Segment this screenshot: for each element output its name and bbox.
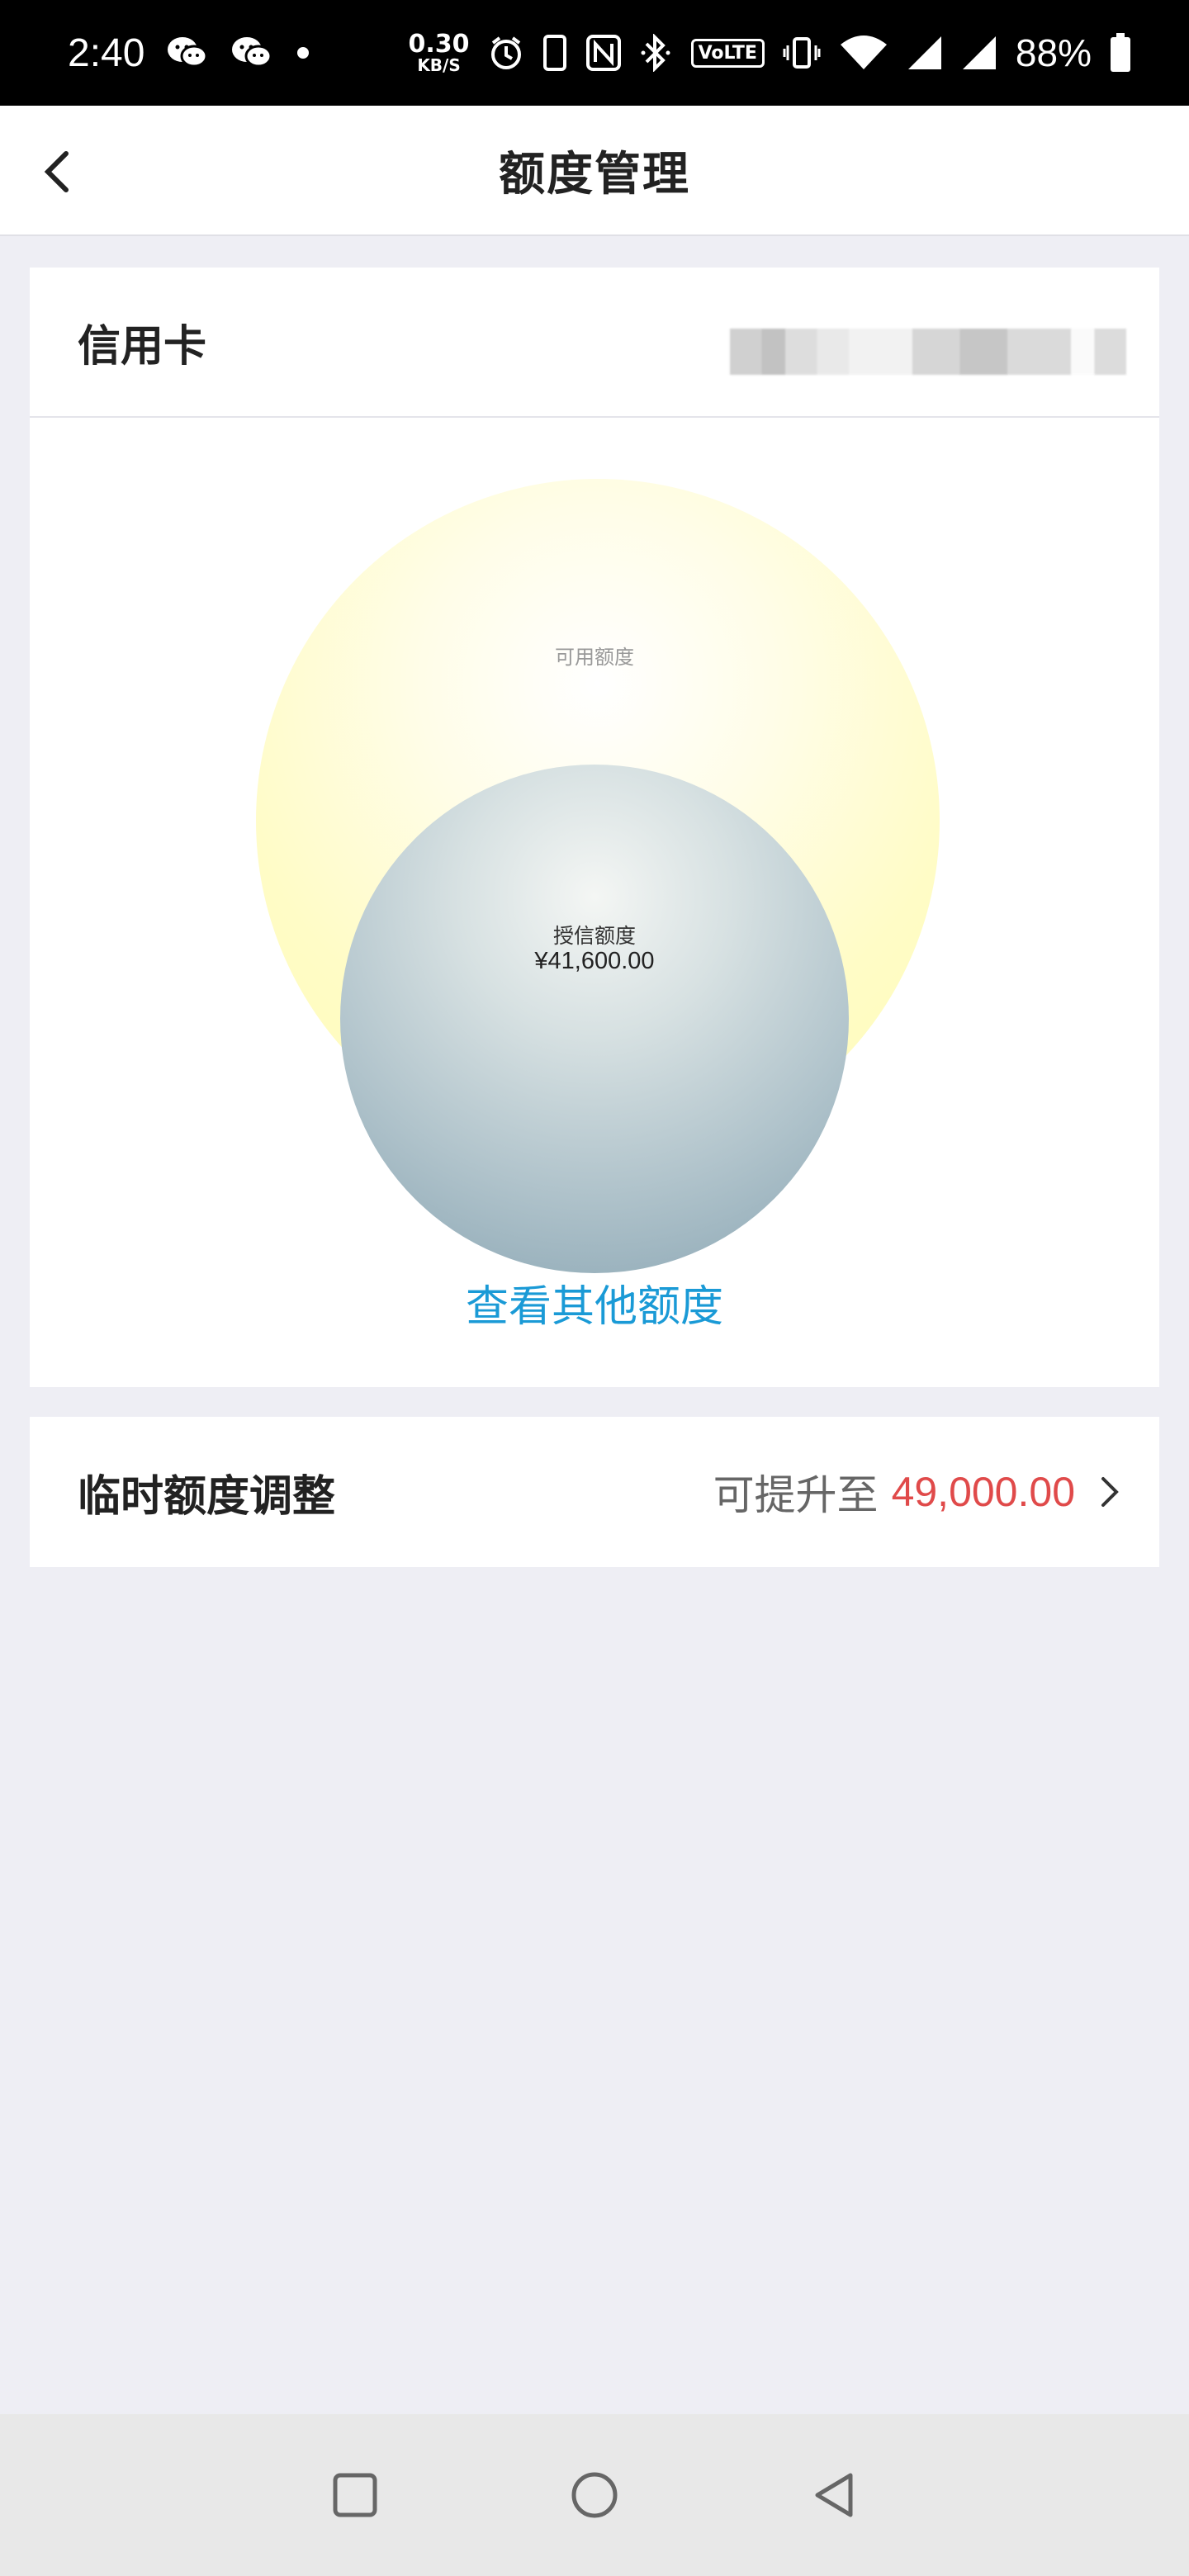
- net-speed: 0.30 KB/S: [408, 30, 470, 75]
- available-limit-label: 可用额度: [555, 646, 634, 669]
- credit-limit-circle: [340, 765, 849, 1273]
- credit-limit-value: ¥41,600.00: [534, 948, 655, 974]
- bluetooth-icon: [640, 34, 673, 72]
- card-info-row[interactable]: 信用卡: [30, 268, 1159, 418]
- temp-limit-amount: 49,000.00: [891, 1469, 1075, 1515]
- wifi-icon: [839, 35, 888, 71]
- status-right: 0.30 KB/S VoLTE 88%: [409, 31, 1131, 75]
- chevron-right-icon: [1100, 1475, 1120, 1508]
- card-type-label: 信用卡: [78, 321, 207, 372]
- battery-icon: [1110, 33, 1131, 73]
- status-time: 2:40: [68, 31, 145, 75]
- credit-limit-label: 授信额度: [552, 924, 636, 948]
- nfc-icon: [585, 34, 622, 72]
- phone-icon: [542, 34, 567, 72]
- signal-icon: [907, 35, 943, 71]
- signal-icon: [961, 35, 997, 71]
- home-circle-icon[interactable]: [566, 2466, 623, 2524]
- temp-limit-info: 可提升至 49,000.00: [713, 1462, 1120, 1522]
- volte-icon: VoLTE: [690, 38, 765, 68]
- credit-limit-card: 信用卡 可用额度 授信额度 ¥41,600.00 查看其他额度: [30, 268, 1159, 1387]
- chevron-left-icon: [44, 151, 69, 192]
- back-button[interactable]: [25, 139, 91, 205]
- temp-limit-adjust-row[interactable]: 临时额度调整 可提升至 49,000.00: [30, 1417, 1159, 1567]
- net-speed-unit: KB/S: [417, 55, 461, 75]
- dot-icon: [295, 45, 311, 61]
- system-nav-bar: [0, 2414, 1189, 2576]
- view-other-limits-link[interactable]: 查看其他额度: [30, 1271, 1159, 1333]
- status-bar: 2:40 0.30 KB/S VoLTE 88%: [0, 0, 1189, 106]
- vibrate-icon: [783, 34, 821, 72]
- app-header: 额度管理: [0, 106, 1189, 236]
- net-speed-value: 0.30: [408, 30, 470, 59]
- alarm-icon: [488, 35, 524, 71]
- masked-card-number: [730, 309, 1126, 375]
- status-left: 2:40: [68, 31, 311, 76]
- back-triangle-icon[interactable]: [805, 2466, 863, 2524]
- page-title: 额度管理: [499, 147, 690, 201]
- recents-square-icon[interactable]: [326, 2466, 384, 2524]
- battery-percent: 88%: [1015, 31, 1092, 74]
- wechat-icon: [166, 35, 209, 71]
- temp-limit-title: 临时额度调整: [78, 1471, 336, 1522]
- wechat-icon: [230, 35, 273, 71]
- temp-limit-prefix: 可提升至: [713, 1471, 879, 1519]
